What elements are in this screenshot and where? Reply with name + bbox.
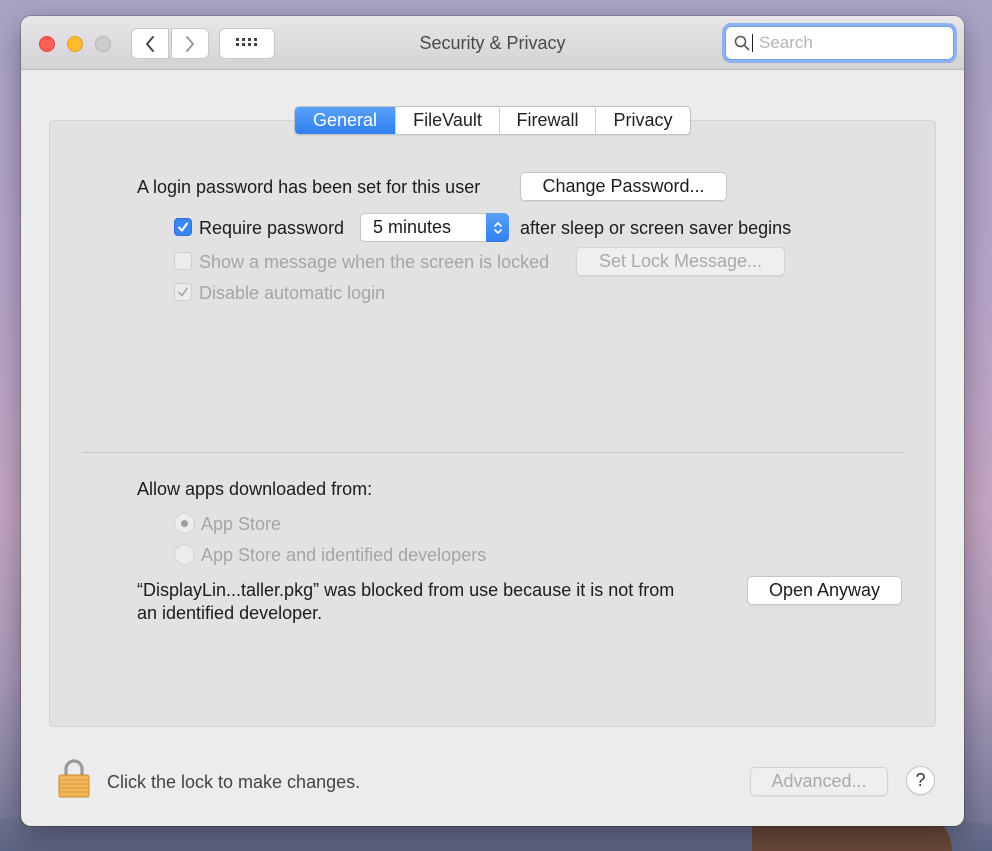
set-lock-message-button[interactable]: Set Lock Message...	[576, 247, 785, 276]
title-bar: Security & Privacy	[21, 16, 964, 70]
tab-firewall[interactable]: Firewall	[500, 107, 596, 134]
allow-apps-heading: Allow apps downloaded from:	[137, 479, 373, 499]
open-anyway-button[interactable]: Open Anyway	[747, 576, 902, 605]
require-password-delay-value: 5 minutes	[373, 217, 452, 237]
chevron-updown-icon	[493, 221, 502, 234]
show-message-checkbox[interactable]	[174, 252, 192, 270]
require-password-label: Require password	[199, 218, 345, 238]
blocked-message-line2: an identified developer.	[137, 603, 323, 623]
require-password-checkbox[interactable]	[174, 218, 192, 236]
disable-auto-login-label: Disable automatic login	[199, 283, 386, 303]
radio-app-store[interactable]	[174, 513, 195, 534]
text-cursor	[752, 34, 753, 52]
lock-icon[interactable]	[57, 758, 91, 798]
help-button[interactable]: ?	[906, 766, 935, 795]
disable-auto-login-checkbox[interactable]	[174, 283, 192, 301]
radio-selected-dot	[181, 520, 188, 527]
radio-app-store-label: App Store	[201, 514, 282, 534]
lock-text: Click the lock to make changes.	[107, 772, 361, 792]
general-panel	[49, 120, 936, 727]
blocked-message-line1: “DisplayLin...taller.pkg” was blocked fr…	[137, 580, 675, 600]
after-sleep-text: after sleep or screen saver begins	[520, 218, 792, 238]
require-password-delay-popup[interactable]: 5 minutes	[360, 213, 509, 242]
advanced-button[interactable]: Advanced...	[750, 767, 888, 796]
search-field[interactable]	[725, 26, 954, 60]
radio-app-store-identified[interactable]	[174, 544, 195, 565]
search-icon	[734, 35, 750, 51]
tab-privacy[interactable]: Privacy	[596, 107, 690, 134]
popup-arrows	[486, 213, 509, 242]
section-divider	[82, 452, 903, 453]
preferences-window: Security & Privacy General FileVault Fir…	[21, 16, 964, 826]
tab-filevault[interactable]: FileVault	[396, 107, 500, 134]
radio-app-store-identified-label: App Store and identified developers	[201, 545, 487, 565]
change-password-button[interactable]: Change Password...	[520, 172, 727, 201]
show-message-label: Show a message when the screen is locked	[199, 252, 550, 272]
login-password-text: A login password has been set for this u…	[137, 177, 481, 197]
search-input[interactable]	[759, 33, 939, 53]
tab-bar: General FileVault Firewall Privacy	[294, 106, 691, 135]
checkmark-icon	[178, 222, 188, 232]
tab-general[interactable]: General	[295, 107, 396, 134]
checkmark-icon	[178, 287, 188, 297]
